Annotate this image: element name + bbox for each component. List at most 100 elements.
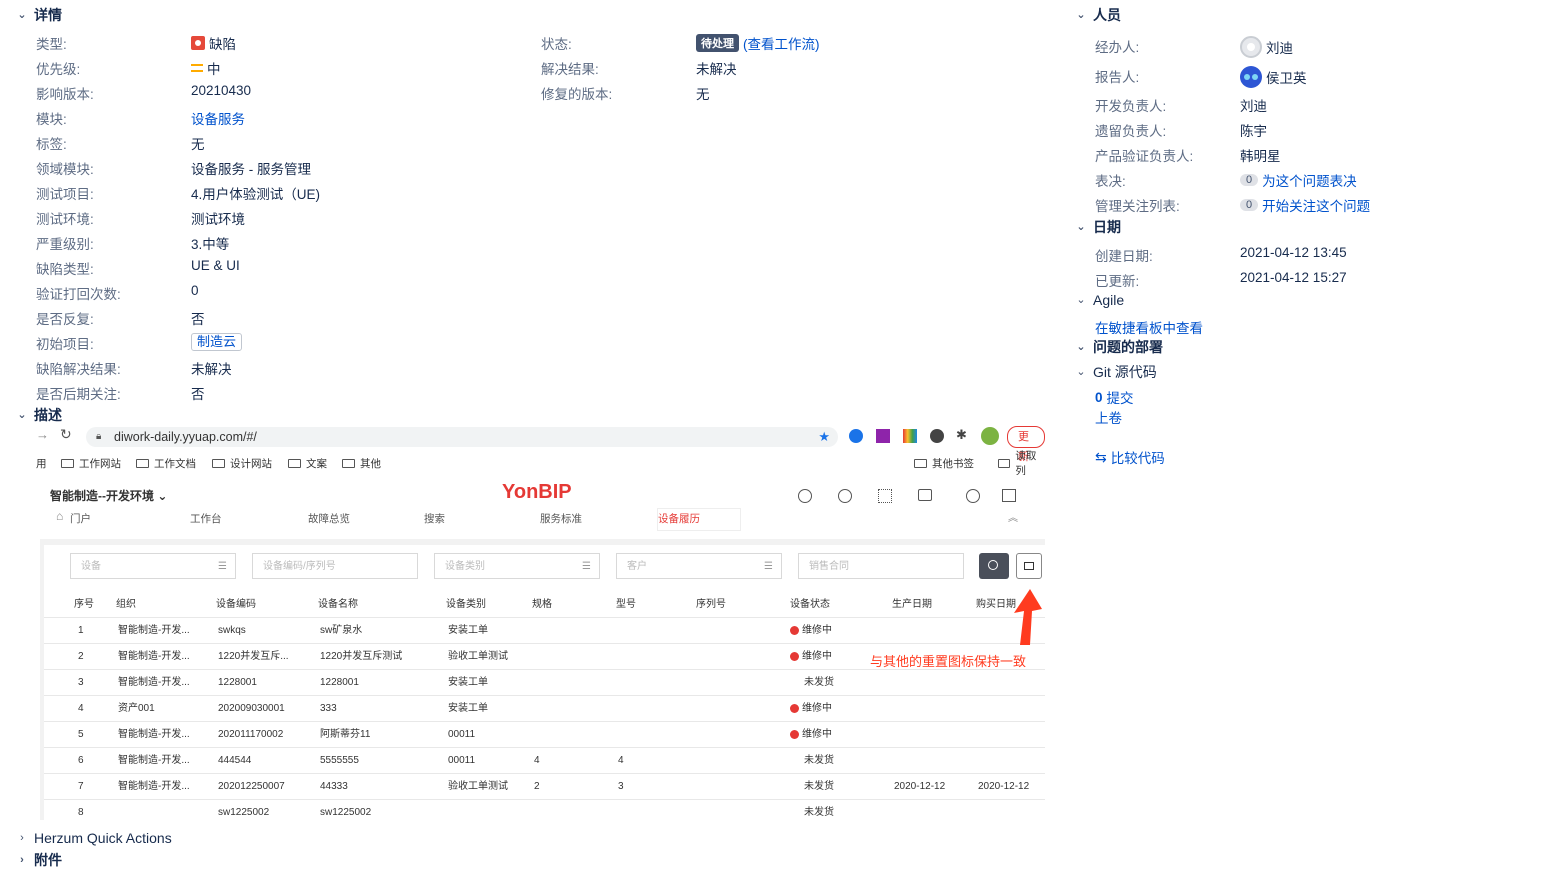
table-cell: 资产001 [118, 696, 155, 722]
agile-section-header[interactable]: ⌄ Agile [1075, 292, 1124, 308]
field-value-text: 设备服务 - 服务管理 [191, 162, 311, 177]
updated-value: 2021-04-12 15:27 [1240, 270, 1347, 285]
people-value[interactable]: 侯卫英 [1240, 66, 1307, 88]
table-cell: 智能制造-开发... [118, 722, 190, 748]
field-value: 20210430 [191, 83, 251, 98]
field-value: 0 [191, 283, 199, 298]
people-value[interactable]: 0 开始关注这个问题 [1240, 195, 1370, 215]
app-tab: 故障总览 [308, 513, 350, 525]
people-value-text: 刘迪 [1240, 99, 1267, 114]
list-icon: ☰ [764, 561, 773, 572]
table-cell: 202009030001 [218, 696, 285, 722]
git-title: Git 源代码 [1093, 364, 1157, 380]
agile-board-link[interactable]: 在敏捷看板中查看 [1095, 317, 1203, 337]
cell-text: 1220并发互斥测试 [320, 651, 403, 662]
app-tab: 服务标准 [540, 513, 582, 525]
field-value: 制造云 [191, 333, 243, 351]
field-label: 是否后期关注: [36, 387, 121, 402]
deployment-section-header[interactable]: ⌄ 问题的部署 [1075, 337, 1163, 357]
table-header: 设备状态 [790, 599, 830, 610]
cell-text: 44333 [320, 781, 348, 792]
cell-text: 智能制造-开发... [118, 755, 190, 766]
updated-label: 已更新: [1095, 274, 1140, 289]
table-cell: 未发货 [804, 670, 834, 696]
cell-text: 维修中 [802, 651, 832, 662]
table-cell: 智能制造-开发... [118, 748, 190, 774]
table-cell: 1220并发互斥... [218, 644, 289, 670]
description-screenshot[interactable]: → ↻ 🔒︎ diwork-daily.yyuap.com/#/ ★ ✱ 更新 … [36, 423, 1045, 820]
table-cell: 安装工单 [448, 618, 488, 644]
cell-text: 00011 [448, 755, 476, 766]
field-value-text: 中 [207, 62, 221, 77]
cell-text: 智能制造-开发... [118, 729, 190, 740]
table-cell: 维修中 [790, 696, 832, 722]
people-value[interactable]: 0 为这个问题表决 [1240, 170, 1357, 190]
initial-project-tag[interactable]: 制造云 [191, 333, 243, 351]
people-value-text: 陈宇 [1240, 124, 1267, 139]
cell-text: 阿斯蒂芬11 [320, 729, 371, 740]
chevron-down-icon: ⌄ [1076, 9, 1086, 21]
folder-icon [61, 458, 74, 468]
filter-placeholder: 设备类别 [445, 561, 485, 572]
table-cell: 333 [320, 696, 337, 722]
cell-text: 安装工单 [448, 677, 488, 688]
bookmark-label: 读取列 [1015, 450, 1037, 477]
table-cell: 1 [78, 618, 84, 644]
resolution-label: 解决结果: [541, 62, 599, 77]
headset-icon [966, 489, 980, 503]
field-value-text[interactable]: 设备服务 [191, 108, 245, 128]
field-label: 标签: [36, 137, 67, 152]
cell-text: 1220并发互斥... [218, 651, 289, 662]
herzum-section-header[interactable]: › Herzum Quick Actions [16, 830, 172, 846]
app-tab: 搜索 [424, 513, 445, 525]
bookmark-label: 工作文档 [154, 457, 196, 470]
table-cell: 1220并发互斥测试 [320, 644, 402, 670]
star-icon: ★ [818, 429, 830, 444]
compare-code-link[interactable]: ⇆ 比较代码 [1095, 447, 1165, 467]
status-dot-icon [790, 625, 799, 635]
extension-icon [849, 429, 863, 443]
people-label: 表决: [1095, 174, 1126, 189]
table-header: 规格 [532, 599, 552, 610]
description-section-header[interactable]: ⌄ 描述 [16, 405, 62, 425]
bookmark-item: 文案 [288, 453, 327, 473]
cell-text: 1228001 [320, 677, 359, 688]
app-tab: 门户 [70, 513, 91, 525]
dates-section-header[interactable]: ⌄ 日期 [1075, 217, 1121, 237]
field-label: 优先级: [36, 62, 81, 77]
env-selector: 智能制造--开发环境 ⌄ [50, 489, 168, 503]
shelve-link[interactable]: 上卷 [1095, 407, 1122, 427]
bookmark-item: 设计网站 [212, 453, 272, 473]
field-label: 类型: [36, 37, 67, 52]
table-cell: sw1225002 [320, 800, 371, 820]
git-section-header[interactable]: ⌄ Git 源代码 [1075, 362, 1157, 382]
details-title: 详情 [34, 7, 62, 23]
commits-link[interactable]: 0 提交 [1095, 387, 1134, 407]
table-cell: 安装工单 [448, 696, 488, 722]
people-value[interactable]: 刘迪 [1240, 36, 1293, 58]
table-cell: 00011 [448, 722, 475, 748]
filter-field: 销售合同 [798, 553, 964, 579]
compare-label: 比较代码 [1110, 451, 1165, 466]
cell-text: 未发货 [804, 781, 834, 792]
cell-text: 3 [618, 781, 624, 792]
status-label: 状态: [541, 37, 572, 52]
details-section-header[interactable]: ⌄ 详情 [16, 5, 62, 25]
url-field: 🔒︎ diwork-daily.yyuap.com/#/ ★ [86, 427, 838, 447]
compare-icon: ⇆ [1095, 448, 1107, 465]
table-cell: 444544 [218, 748, 251, 774]
table-header: 设备编码 [216, 599, 256, 610]
attachments-section-header[interactable]: › 附件 [16, 850, 62, 870]
created-value: 2021-04-12 13:45 [1240, 245, 1347, 260]
view-workflow-link[interactable]: (查看工作流) [743, 33, 820, 53]
table-cell: 2020-12-12 [894, 774, 945, 800]
field-label: 是否反复: [36, 312, 94, 327]
cell-text: sw矿泉水 [320, 625, 363, 636]
cell-text: 2 [78, 651, 84, 662]
field-label: 测试项目: [36, 187, 94, 202]
table-cell: 202012250007 [218, 774, 285, 800]
folder-icon [212, 458, 225, 468]
people-section-header[interactable]: ⌄ 人员 [1075, 5, 1121, 25]
description-title: 描述 [34, 407, 62, 423]
table-cell: 智能制造-开发... [118, 670, 190, 696]
